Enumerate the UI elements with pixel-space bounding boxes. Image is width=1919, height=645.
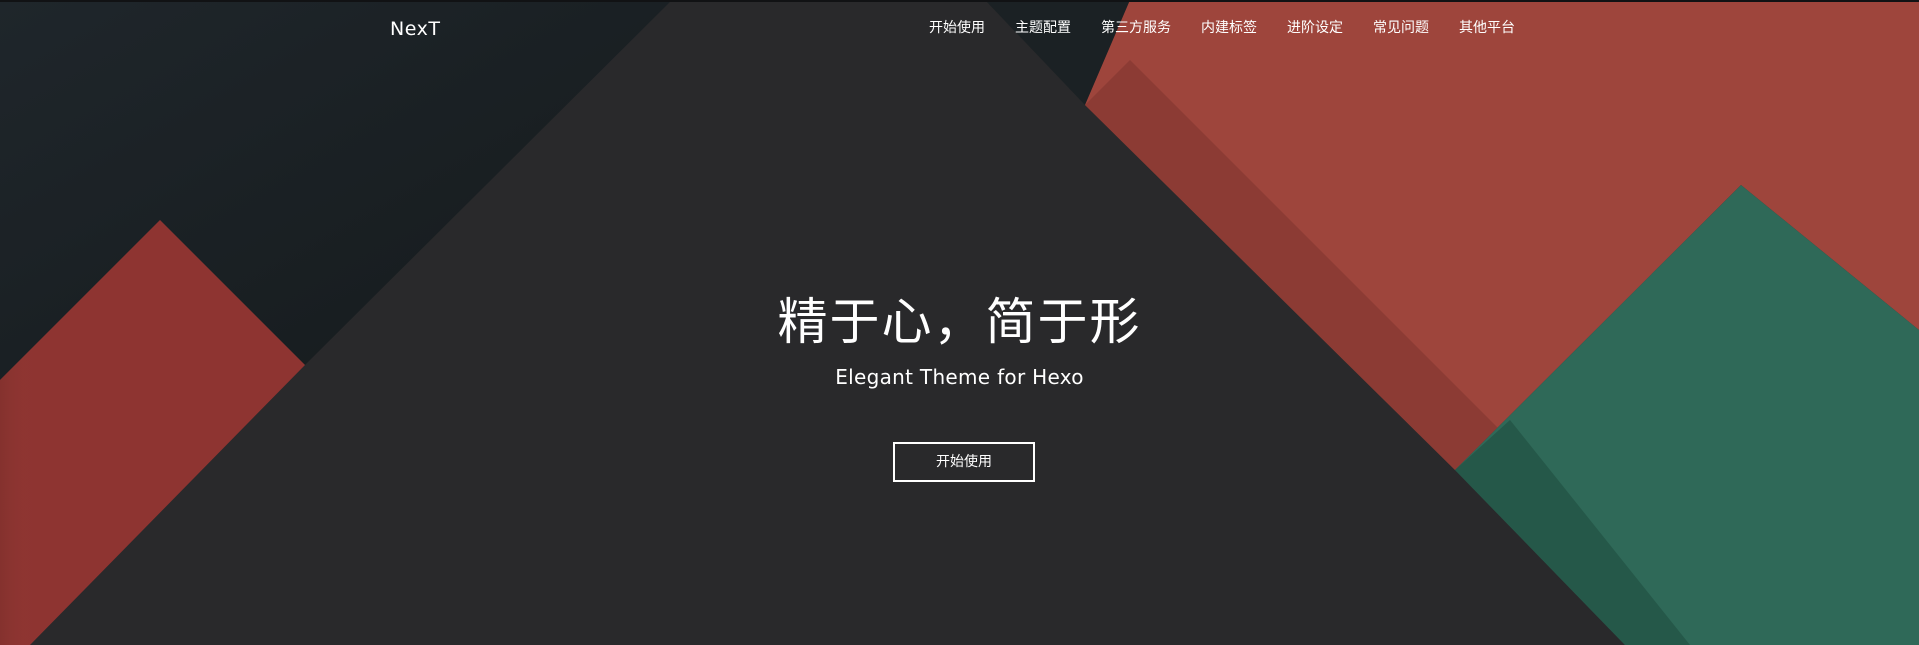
nav-item-faq[interactable]: 常见问题 xyxy=(1373,18,1429,38)
nav-item-tag-plugins[interactable]: 内建标签 xyxy=(1201,18,1257,38)
top-border xyxy=(0,0,1919,2)
nav-item-other-platforms[interactable]: 其他平台 xyxy=(1459,18,1515,38)
hero-subtitle: Elegant Theme for Hexo xyxy=(835,365,1084,389)
site-logo[interactable]: NexT xyxy=(390,17,440,41)
hero-section: NexT 开始使用 主题配置 第三方服务 内建标签 进阶设定 常见问题 其他平台… xyxy=(0,0,1919,645)
hero-content: 精于心，简于形 Elegant Theme for Hexo xyxy=(0,290,1919,390)
nav-item-getting-started[interactable]: 开始使用 xyxy=(929,18,985,38)
main-nav: 开始使用 主题配置 第三方服务 内建标签 进阶设定 常见问题 其他平台 xyxy=(929,18,1515,38)
nav-item-advanced[interactable]: 进阶设定 xyxy=(1287,18,1343,38)
nav-item-theme-settings[interactable]: 主题配置 xyxy=(1015,18,1071,38)
get-started-button[interactable]: 开始使用 xyxy=(893,442,1035,482)
nav-item-third-party[interactable]: 第三方服务 xyxy=(1101,18,1171,38)
hero-title: 精于心，简于形 xyxy=(777,293,1142,351)
